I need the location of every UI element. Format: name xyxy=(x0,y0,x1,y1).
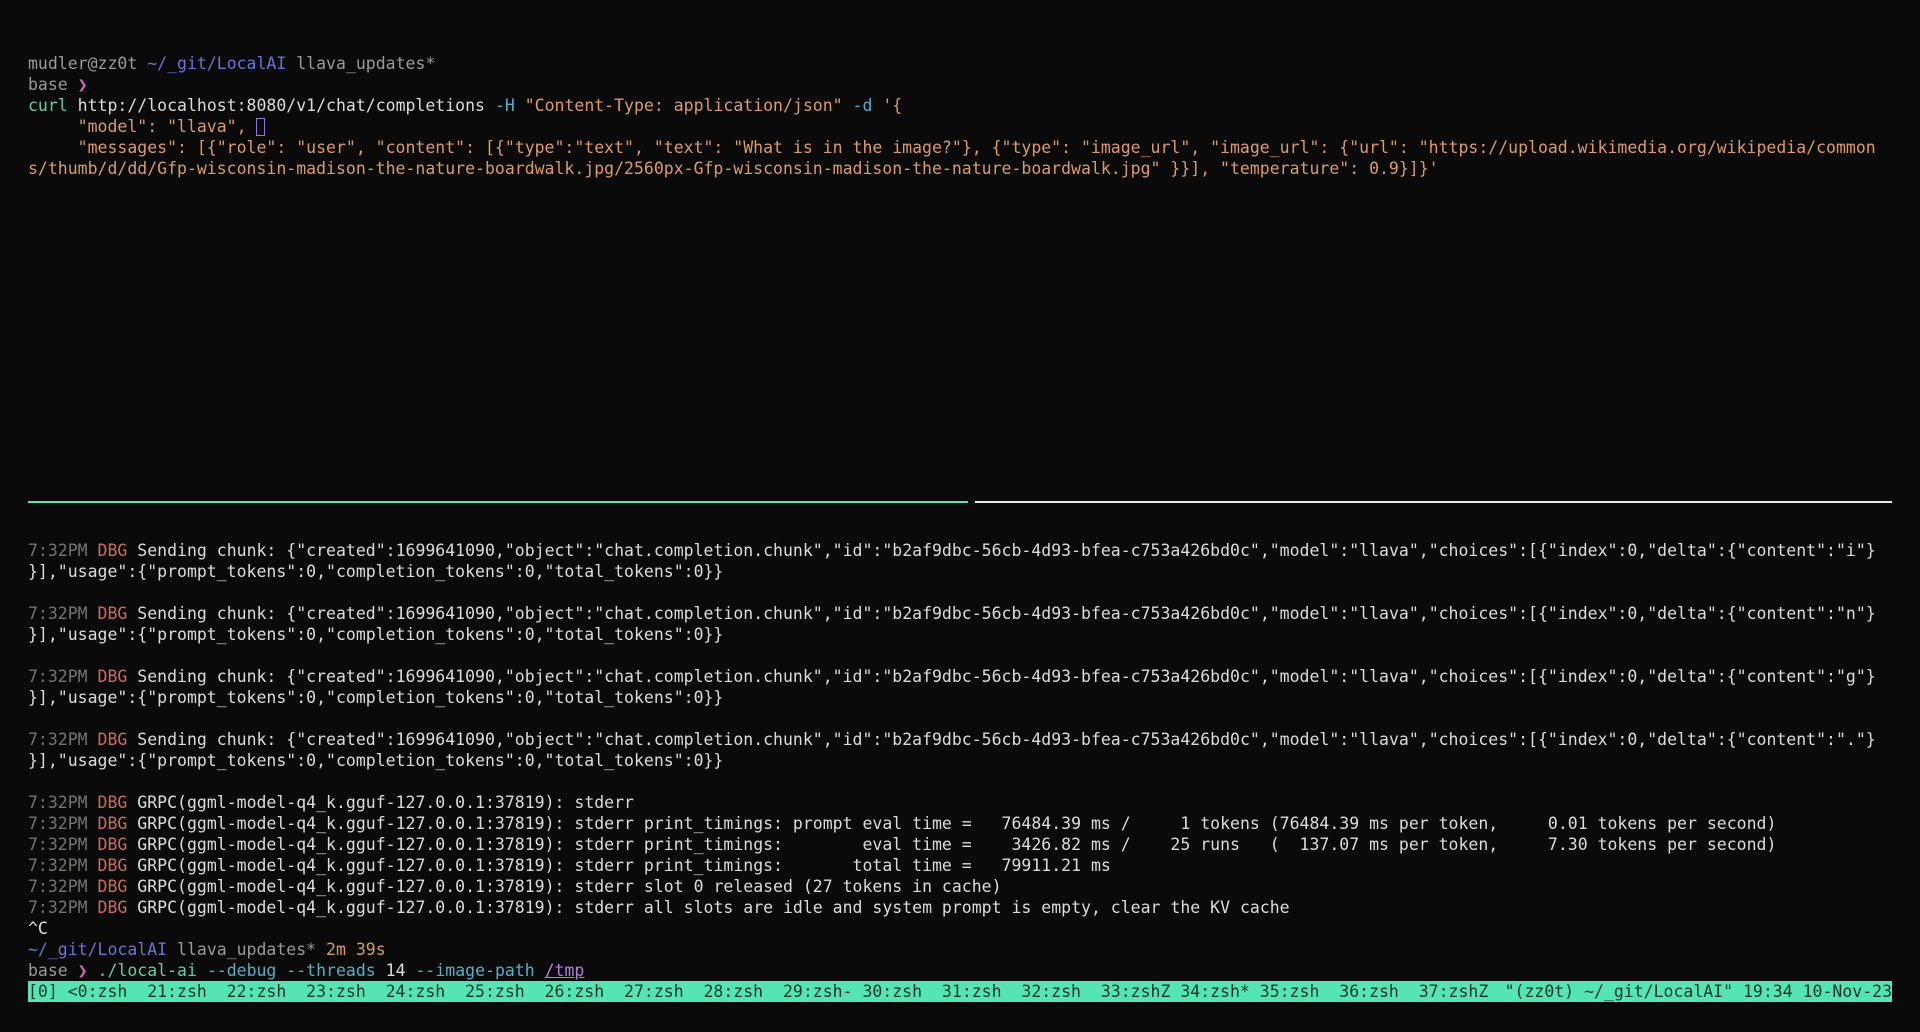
blank-line xyxy=(28,771,1892,792)
curl-command-line: curl http://localhost:8080/v1/chat/compl… xyxy=(28,95,1892,116)
blank-line xyxy=(28,582,1892,603)
terminal-cursor xyxy=(256,118,265,136)
prompt-path: ~/_git/LocalAI xyxy=(147,54,296,73)
curl-body-messages-line: "messages": [{"role": "user", "content":… xyxy=(28,137,1892,158)
curl-url: http://localhost:8080/v1/chat/completion… xyxy=(68,96,495,115)
prompt-arrow-icon: ❯ xyxy=(78,75,88,94)
log-level-badge: DBG xyxy=(98,835,128,854)
log-grpc-line: 7:32PM DBG GRPC(ggml-model-q4_k.gguf-127… xyxy=(28,897,1892,918)
prompt-env: base xyxy=(28,75,78,94)
log-level-badge: DBG xyxy=(98,793,128,812)
log-chunk-wrap-line: }],"usage":{"prompt_tokens":0,"completio… xyxy=(28,624,1892,645)
shell-prompt-line3: ~/_git/LocalAI llava_updates* 2m 39s xyxy=(28,939,1892,960)
log-timestamp: 7:32PM xyxy=(28,730,98,749)
shell-prompt-line: mudler@zz0t ~/_git/LocalAI llava_updates… xyxy=(28,53,1892,74)
log-level-badge: DBG xyxy=(98,604,128,623)
curl-body-wrap-line: s/thumb/d/dd/Gfp-wisconsin-madison-the-n… xyxy=(28,158,1892,179)
tmux-session-info: "(zz0t) ~/_git/LocalAI" 19:34 10-Nov-23 xyxy=(1505,981,1892,1002)
pane-divider-active-segment xyxy=(28,501,968,503)
curl-command: curl xyxy=(28,96,68,115)
log-timestamp: 7:32PM xyxy=(28,541,98,560)
log-chunk-line: 7:32PM DBG Sending chunk: {"created":169… xyxy=(28,603,1892,624)
log-timestamp: 7:32PM xyxy=(28,898,98,917)
blank-line xyxy=(28,645,1892,666)
prompt-git-branch: llava_updates* xyxy=(177,940,326,959)
local-ai-command: ./local-ai xyxy=(98,961,207,980)
local-ai-flag-image-path: --image-path xyxy=(415,961,534,980)
prompt-user-host: mudler@zz0t xyxy=(28,54,147,73)
log-timestamp: 7:32PM xyxy=(28,814,98,833)
shell-prompt-line2: base ❯ xyxy=(28,74,1892,95)
log-timestamp: 7:32PM xyxy=(28,793,98,812)
log-level-badge: DBG xyxy=(98,814,128,833)
local-ai-flags-debug-threads: --debug --threads xyxy=(207,961,376,980)
log-grpc-line: 7:32PM DBG GRPC(ggml-model-q4_k.gguf-127… xyxy=(28,876,1892,897)
log-level-badge: DBG xyxy=(98,730,128,749)
log-chunk-wrap-line: }],"usage":{"prompt_tokens":0,"completio… xyxy=(28,561,1892,582)
bottom-pane[interactable]: 7:32PM DBG Sending chunk: {"created":169… xyxy=(0,503,1920,981)
prompt-env: base xyxy=(28,961,78,980)
blank-line xyxy=(28,708,1892,729)
log-level-badge: DBG xyxy=(98,898,128,917)
log-level-badge: DBG xyxy=(98,856,128,875)
command-duration: 2m 39s xyxy=(326,940,386,959)
log-chunk-line: 7:32PM DBG Sending chunk: {"created":169… xyxy=(28,729,1892,750)
log-timestamp: 7:32PM xyxy=(28,667,98,686)
top-pane[interactable]: mudler@zz0t ~/_git/LocalAI llava_updates… xyxy=(0,0,1920,501)
log-level-badge: DBG xyxy=(98,877,128,896)
log-level-badge: DBG xyxy=(98,541,128,560)
pane-divider xyxy=(28,501,1892,503)
local-ai-threads-value: 14 xyxy=(376,961,416,980)
pane-divider-gap xyxy=(968,501,975,503)
curl-body-open: '{ xyxy=(872,96,902,115)
prompt-arrow-icon: ❯ xyxy=(78,961,98,980)
log-grpc-line: 7:32PM DBG GRPC(ggml-model-q4_k.gguf-127… xyxy=(28,813,1892,834)
log-chunk-wrap-line: }],"usage":{"prompt_tokens":0,"completio… xyxy=(28,750,1892,771)
curl-flag-d: -d xyxy=(853,96,873,115)
log-timestamp: 7:32PM xyxy=(28,856,98,875)
tmux-window-list[interactable]: [0] <0:zsh 21:zsh 22:zsh 23:zsh 24:zsh 2… xyxy=(28,981,1488,1002)
curl-flag-h: -H xyxy=(495,96,515,115)
curl-body-model-line: "model": "llava", xyxy=(28,116,1892,137)
image-path-value: /tmp xyxy=(545,961,585,980)
log-chunk-line: 7:32PM DBG Sending chunk: {"created":169… xyxy=(28,666,1892,687)
prompt-path: ~/_git/LocalAI xyxy=(28,940,177,959)
local-ai-command-line: base ❯ ./local-ai --debug --threads 14 -… xyxy=(28,960,1892,981)
pane-divider-inactive-segment xyxy=(975,501,1892,503)
curl-header-string: "Content-Type: application/json" xyxy=(515,96,853,115)
tmux-status-bar[interactable]: [0] <0:zsh 21:zsh 22:zsh 23:zsh 24:zsh 2… xyxy=(28,981,1892,1002)
interrupt-line: ^C xyxy=(28,918,1892,939)
prompt-git-branch: llava_updates* xyxy=(296,54,435,73)
log-timestamp: 7:32PM xyxy=(28,604,98,623)
log-grpc-line: 7:32PM DBG GRPC(ggml-model-q4_k.gguf-127… xyxy=(28,855,1892,876)
log-grpc-line: 7:32PM DBG GRPC(ggml-model-q4_k.gguf-127… xyxy=(28,834,1892,855)
log-timestamp: 7:32PM xyxy=(28,835,98,854)
log-grpc-line: 7:32PM DBG GRPC(ggml-model-q4_k.gguf-127… xyxy=(28,792,1892,813)
log-timestamp: 7:32PM xyxy=(28,877,98,896)
log-level-badge: DBG xyxy=(98,667,128,686)
log-chunk-line: 7:32PM DBG Sending chunk: {"created":169… xyxy=(28,540,1892,561)
log-chunk-wrap-line: }],"usage":{"prompt_tokens":0,"completio… xyxy=(28,687,1892,708)
terminal-window[interactable]: mudler@zz0t ~/_git/LocalAI llava_updates… xyxy=(0,0,1920,1032)
